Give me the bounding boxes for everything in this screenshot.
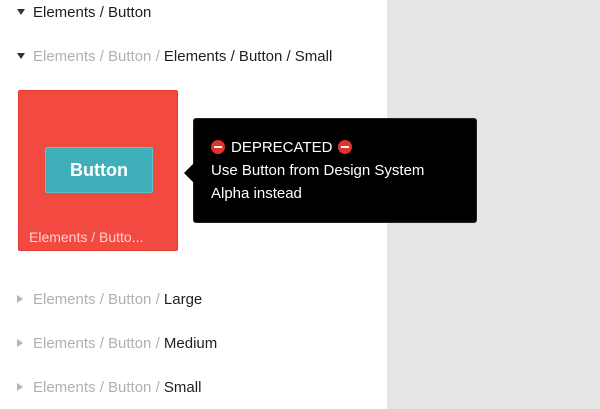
tree-item-prefix: Elements / Button / xyxy=(33,290,164,308)
no-entry-icon xyxy=(211,140,225,154)
chevron-down-icon[interactable] xyxy=(17,9,25,15)
thumbnail-caption: Elements / Butto... xyxy=(29,229,144,245)
tree-item-label-group: Elements / Button / Elements / Button / … xyxy=(33,48,332,65)
tree-item-prefix: Elements / Button / xyxy=(33,334,164,352)
component-thumbnail[interactable]: Button Elements / Butto... xyxy=(18,90,178,251)
tree-item-name: Large xyxy=(163,290,203,308)
chevron-right-icon[interactable] xyxy=(17,295,23,303)
tree-item-large[interactable]: Elements / Button / Large xyxy=(0,288,380,310)
tree-item-small[interactable]: Elements / Button / Small xyxy=(0,376,380,398)
tooltip-title-line: DEPRECATED xyxy=(211,136,459,159)
tree-item-prefix: Elements / Button / xyxy=(33,47,164,65)
tree-item-button-small[interactable]: Elements / Button / Elements / Button / … xyxy=(0,45,380,67)
tree-item-label-group: Elements / Button / Medium xyxy=(33,335,217,352)
tree-item-name: Medium xyxy=(163,334,218,352)
chevron-right-icon[interactable] xyxy=(17,339,23,347)
tree-item-elements-button[interactable]: Elements / Button xyxy=(0,1,380,23)
preview-button: Button xyxy=(45,147,153,193)
tree-item-name: Small xyxy=(163,378,202,396)
tree-item-prefix: Elements / Button / xyxy=(33,378,164,396)
deprecation-tooltip: DEPRECATED Use Button from Design System… xyxy=(184,118,477,223)
chevron-right-icon[interactable] xyxy=(17,383,23,391)
tree-item-medium[interactable]: Elements / Button / Medium xyxy=(0,332,380,354)
no-entry-icon xyxy=(338,140,353,154)
chevron-down-icon[interactable] xyxy=(17,53,25,59)
tooltip-message-line1: Use Button from Design System xyxy=(211,162,425,179)
tree-item-label-group: Elements / Button / Small xyxy=(33,379,201,396)
tooltip-arrow xyxy=(184,163,194,183)
tree-item-label: Elements / Button xyxy=(33,3,152,21)
tree-item-label-group: Elements / Button / Large xyxy=(33,291,202,308)
tree-item-name: Elements / Button / Small xyxy=(163,47,333,65)
tooltip-title: DEPRECATED xyxy=(231,139,333,156)
tooltip-message-line2: Alpha instead xyxy=(211,185,302,202)
